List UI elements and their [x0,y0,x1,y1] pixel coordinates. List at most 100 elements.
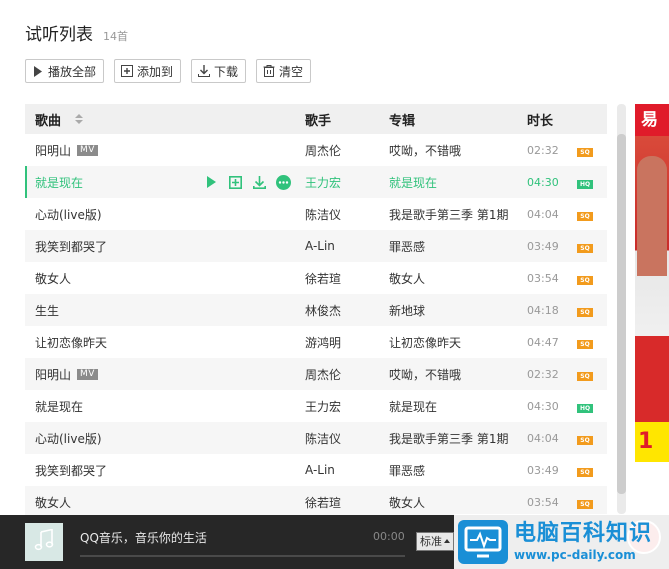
song-title[interactable]: 生生 [35,302,59,319]
table-row[interactable]: 心动(live版) 陈洁仪 我是歌手第三季 第1期 04:04 SQ [25,198,607,230]
list-header: 试听列表 14首 [25,20,128,45]
sort-icon[interactable] [75,114,84,124]
singer-cell[interactable]: 徐若瑄 [305,270,389,287]
table-row[interactable]: 就是现在 王力宏 就是现在 04:30 HQ [25,166,607,198]
chevron-up-icon [444,539,450,543]
column-duration: 时长 [527,113,554,129]
play-all-label: 播放全部 [48,64,97,79]
ad-footer: 1 [635,422,669,462]
singer-cell[interactable]: 周杰伦 [305,142,389,159]
album-cell[interactable]: 我是歌手第三季 第1期 [389,206,527,223]
album-cover[interactable] [25,523,63,561]
song-count: 14首 [103,30,128,43]
song-title[interactable]: 就是现在 [35,398,83,415]
table-row[interactable]: 让初恋像昨天 游鸿明 让初恋像昨天 04:47 SQ [25,326,607,358]
song-title[interactable]: 阳明山 [35,142,71,159]
table-row[interactable]: 我笑到都哭了 A-Lin 罪恶感 03:49 SQ [25,230,607,262]
table-row[interactable]: 心动(live版) 陈洁仪 我是歌手第三季 第1期 04:04 SQ [25,422,607,454]
duration-cell: 04:18 [527,303,559,317]
table-row[interactable]: 生生 林俊杰 新地球 04:18 SQ [25,294,607,326]
album-cell[interactable]: 罪恶感 [389,462,527,479]
duration-cell: 02:32 [527,367,559,381]
duration-cell: 04:30 [527,175,559,189]
add-box-icon [121,65,134,77]
add-to-label: 添加到 [137,64,174,79]
song-cell: 心动(live版) [25,206,305,223]
table-row[interactable]: 我笑到都哭了 A-Lin 罪恶感 03:49 SQ [25,454,607,486]
clear-button[interactable]: 清空 [256,59,312,83]
now-playing-title: QQ音乐，音乐你的生活 [80,531,207,545]
album-cell[interactable]: 就是现在 [389,174,527,191]
quality-select[interactable]: 标准 [416,532,454,551]
table-row[interactable]: 就是现在 王力宏 就是现在 04:30 HQ [25,390,607,422]
album-cell[interactable]: 罪恶感 [389,238,527,255]
singer-cell[interactable]: 王力宏 [305,398,389,415]
album-cell[interactable]: 让初恋像昨天 [389,334,527,351]
monitor-logo-icon [458,519,508,564]
album-cell[interactable]: 敬女人 [389,270,527,287]
add-to-button[interactable]: 添加到 [114,59,182,83]
song-cell: 阳明山 MV [25,366,305,383]
singer-cell[interactable]: A-Lin [305,463,389,477]
row-more-icon[interactable] [276,174,291,190]
song-title[interactable]: 就是现在 [35,174,83,191]
table-row[interactable]: 阳明山 MV 周杰伦 哎呦，不错哦 02:32 SQ [25,134,607,166]
song-title[interactable]: 我笑到都哭了 [35,238,107,255]
playback-time: 00:00 [373,530,405,543]
quality-badge: SQ [577,468,593,477]
song-cell: 敬女人 [25,270,305,287]
singer-cell[interactable]: 游鸿明 [305,334,389,351]
column-song[interactable]: 歌曲 [25,110,305,129]
page-title: 试听列表 [25,25,93,45]
singer-cell[interactable]: 林俊杰 [305,302,389,319]
watermark-name: 电脑百科知识 [514,520,653,546]
play-all-button[interactable]: 播放全部 [25,59,105,83]
clear-label: 清空 [279,64,304,79]
song-title[interactable]: 阳明山 [35,366,71,383]
song-title[interactable]: 心动(live版) [35,430,102,447]
quality-badge: SQ [577,500,593,509]
song-title[interactable]: 我笑到都哭了 [35,462,107,479]
row-actions [204,174,291,190]
quality-badge: SQ [577,436,593,445]
singer-cell[interactable]: 周杰伦 [305,366,389,383]
scrollbar[interactable] [617,104,626,514]
ad-banner[interactable]: 易 1 [635,104,669,462]
row-play-icon[interactable] [204,175,219,190]
singer-cell[interactable]: 陈洁仪 [305,430,389,447]
row-add-icon[interactable] [228,175,243,190]
download-button[interactable]: 下载 [191,59,247,83]
song-title[interactable]: 敬女人 [35,270,71,287]
quality-label: 标准 [420,535,442,548]
play-icon [32,65,44,77]
singer-cell[interactable]: 王力宏 [305,174,389,191]
song-title[interactable]: 让初恋像昨天 [35,334,107,351]
singer-cell[interactable]: 陈洁仪 [305,206,389,223]
song-title[interactable]: 心动(live版) [35,206,102,223]
duration-cell: 04:30 [527,399,559,413]
duration-cell: 02:32 [527,143,559,157]
progress-bar[interactable] [80,555,405,557]
album-cell[interactable]: 新地球 [389,302,527,319]
download-label: 下载 [214,64,239,79]
quality-badge: SQ [577,276,593,285]
album-cell[interactable]: 敬女人 [389,494,527,511]
row-download-icon[interactable] [252,175,267,190]
album-cell[interactable]: 哎呦，不错哦 [389,142,527,159]
column-album: 专辑 [389,113,416,129]
mv-badge[interactable]: MV [77,368,98,380]
album-cell[interactable]: 我是歌手第三季 第1期 [389,430,527,447]
song-table: 歌曲 歌手 专辑 时长 阳明山 MV 周杰伦 哎呦，不错哦 02:32 SQ 就是现在 王力宏… [25,104,607,518]
table-row[interactable]: 敬女人 徐若瑄 敬女人 03:54 SQ [25,262,607,294]
singer-cell[interactable]: 徐若瑄 [305,494,389,511]
ad-image [635,136,669,422]
singer-cell[interactable]: A-Lin [305,239,389,253]
album-cell[interactable]: 就是现在 [389,398,527,415]
watermark-url: www.pc-daily.com [514,547,636,562]
scrollbar-thumb[interactable] [617,134,626,494]
song-title[interactable]: 敬女人 [35,494,71,511]
table-row[interactable]: 阳明山 MV 周杰伦 哎呦，不错哦 02:32 SQ [25,358,607,390]
song-cell: 我笑到都哭了 [25,462,305,479]
album-cell[interactable]: 哎呦，不错哦 [389,366,527,383]
mv-badge[interactable]: MV [77,144,98,156]
